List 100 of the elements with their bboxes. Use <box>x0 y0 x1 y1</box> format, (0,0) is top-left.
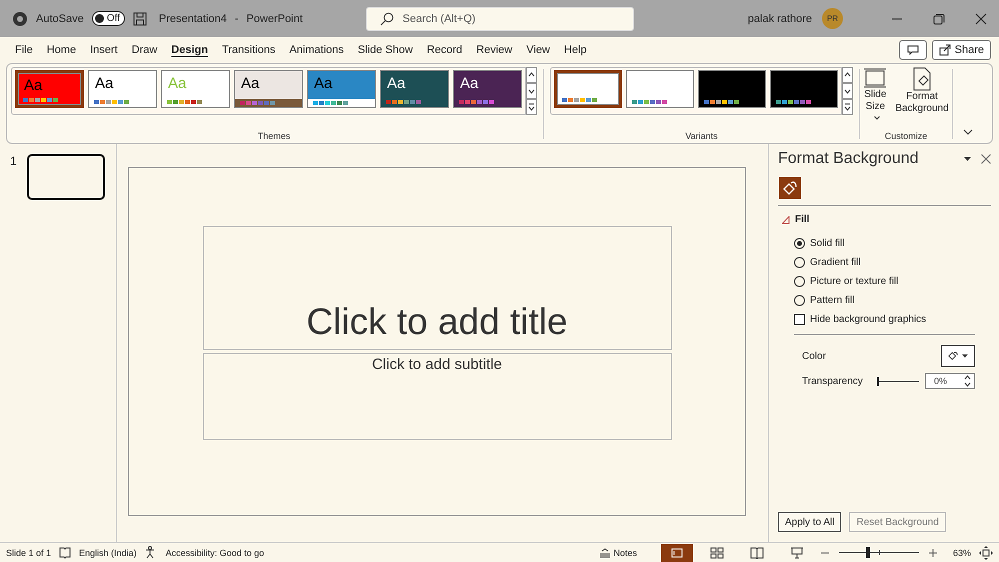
title-placeholder[interactable]: Click to add title <box>202 226 672 350</box>
ribbon-tab[interactable]: Help <box>557 42 594 58</box>
theme-sample-text: Aa <box>460 75 478 92</box>
scroll-down-icon[interactable] <box>526 83 537 99</box>
section-title: Fill <box>795 214 810 225</box>
theme-thumbnail[interactable]: Aa <box>453 70 522 108</box>
theme-sample-text: Aa <box>387 75 406 92</box>
theme-thumbnail[interactable] <box>554 70 622 108</box>
radio-option[interactable]: Gradient fill <box>794 256 991 269</box>
theme-sample-text: Aa <box>95 75 114 92</box>
checkbox[interactable] <box>794 314 805 325</box>
fill-category-icon[interactable] <box>779 177 801 199</box>
show-view-icon <box>790 546 804 558</box>
ribbon-tab[interactable]: Record <box>420 42 470 58</box>
checkbox-option[interactable]: Hide background graphics <box>794 313 991 326</box>
slide-count: Slide 1 of 1 <box>6 548 52 558</box>
color-picker-button[interactable] <box>941 345 975 367</box>
scroll-down-icon[interactable] <box>842 83 853 99</box>
scroll-up-icon[interactable] <box>842 67 853 83</box>
expanded-triangle-icon <box>782 216 790 224</box>
radio-button[interactable] <box>794 276 805 287</box>
group-label: Variants <box>685 131 718 141</box>
slide-size-button[interactable]: Slide Size <box>861 67 890 125</box>
ribbon-tab[interactable]: Design <box>164 42 215 58</box>
theme-thumbnail[interactable]: Aa <box>234 70 303 108</box>
slide-number: 1 <box>10 154 17 168</box>
radio-button[interactable] <box>794 295 805 306</box>
format-background-button[interactable]: Format Background <box>893 67 951 125</box>
collapse-ribbon-icon[interactable] <box>963 129 973 135</box>
slide-thumbnail[interactable] <box>26 154 105 200</box>
zoom-in-icon[interactable] <box>928 548 937 556</box>
normal-view-icon <box>670 546 684 558</box>
accessibility-status[interactable]: Accessibility: Good to go <box>166 548 264 558</box>
theme-sample-text: Aa <box>314 75 332 92</box>
theme-thumbnail[interactable]: Aa <box>88 70 157 108</box>
title-separator: - <box>234 12 238 24</box>
caret-icon[interactable] <box>964 157 971 161</box>
format-background-icon <box>911 67 933 91</box>
autosave-label: AutoSave <box>36 12 84 24</box>
theme-sample-text: Aa <box>168 75 186 92</box>
save-icon[interactable] <box>132 12 147 26</box>
view-button[interactable] <box>660 544 693 562</box>
close-icon[interactable] <box>975 12 987 24</box>
ribbon-tab[interactable]: Slide Show <box>350 42 420 58</box>
more-icon[interactable] <box>842 99 853 115</box>
transparency-field[interactable]: 0% <box>925 373 975 389</box>
ribbon-tab[interactable]: View <box>519 42 558 58</box>
notes-icon <box>599 548 612 558</box>
ribbon-tab[interactable]: Animations <box>282 42 351 58</box>
ribbon-tab[interactable]: Review <box>469 42 520 58</box>
spelling-book-icon[interactable] <box>59 546 72 558</box>
language-status[interactable]: English (India) <box>79 548 137 558</box>
user-name: palak rathore <box>748 12 812 24</box>
ribbon-tab[interactable]: Transitions <box>214 42 282 58</box>
radio-button[interactable] <box>794 257 805 268</box>
panel-title: Format Background <box>778 150 920 168</box>
theme-sample-text: Aa <box>241 75 260 92</box>
autosave-toggle[interactable]: Off <box>92 11 125 26</box>
theme-thumbnail[interactable]: Aa <box>380 70 449 108</box>
app-logo-icon <box>12 10 28 26</box>
caret-icon <box>962 354 968 358</box>
app-name: PowerPoint <box>246 12 303 24</box>
fit-to-window-icon[interactable] <box>979 546 993 560</box>
color-label: Color <box>802 350 827 362</box>
transparency-label: Transparency <box>802 376 864 386</box>
scroll-up-icon[interactable] <box>526 67 537 83</box>
ribbon-tab[interactable]: Home <box>40 42 84 58</box>
zoom-level[interactable]: 63% <box>952 548 971 558</box>
theme-sample-text: Aa <box>24 77 42 94</box>
theme-thumbnail[interactable]: Aa <box>15 70 84 108</box>
user-avatar[interactable]: PR <box>822 8 843 29</box>
radio-option[interactable]: Pattern fill <box>794 294 991 307</box>
subtitle-placeholder[interactable]: Click to add subtitle <box>202 353 672 440</box>
search-icon <box>380 12 394 26</box>
ribbon-tab[interactable]: File <box>8 42 40 58</box>
ribbon-tab[interactable]: Insert <box>83 42 125 58</box>
ribbon-tab[interactable]: Draw <box>124 42 164 58</box>
reading-view-icon <box>750 546 764 558</box>
chevron-down-icon <box>874 116 880 120</box>
sorter-view-icon <box>710 546 724 558</box>
radio-option[interactable]: Picture or texture fill <box>794 275 991 288</box>
theme-thumbnail[interactable] <box>770 70 838 108</box>
group-label: Themes <box>258 131 290 141</box>
share-icon <box>938 44 951 56</box>
restore-icon[interactable] <box>933 12 945 24</box>
share-button[interactable]: Share <box>932 40 991 60</box>
document-title: Presentation4 <box>158 12 227 24</box>
search-field[interactable]: Search (Alt+Q) <box>366 6 634 30</box>
theme-thumbnail[interactable] <box>626 70 694 108</box>
theme-thumbnail[interactable]: Aa <box>307 70 376 108</box>
close-icon[interactable] <box>981 154 991 164</box>
theme-thumbnail[interactable] <box>698 70 766 108</box>
radio-option[interactable]: Solid fill <box>794 237 991 250</box>
paint-bucket-icon <box>948 350 958 362</box>
comment-icon[interactable] <box>898 40 927 60</box>
notes-button[interactable]: Notes <box>593 546 643 558</box>
panel-button[interactable]: Apply to All <box>778 512 842 532</box>
spinner-arrows-icon[interactable] <box>964 375 971 387</box>
more-icon[interactable] <box>526 99 537 115</box>
radio-button[interactable] <box>794 238 805 249</box>
